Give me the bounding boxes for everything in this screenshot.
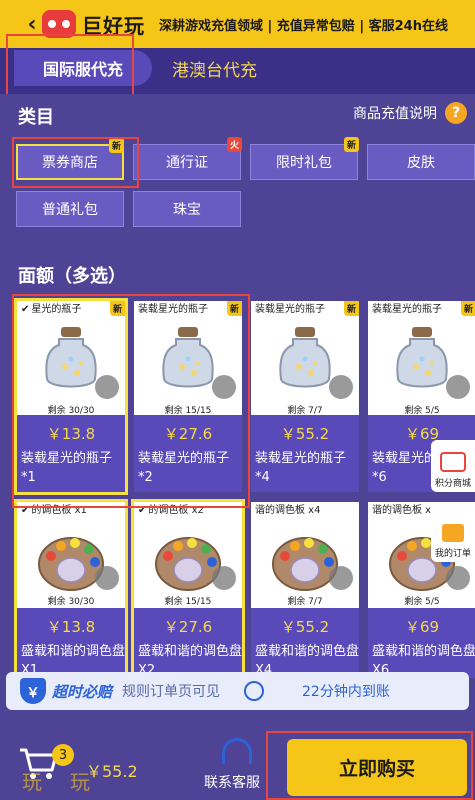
product-card[interactable]: 装载星光的瓶子新剩余 7/7 ￥55.2 装载星光的瓶子*4 <box>251 301 359 492</box>
denomination-title: 面额（多选） <box>18 266 126 287</box>
watermark: 玩玩 <box>22 770 118 794</box>
headset-icon[interactable] <box>222 738 252 764</box>
category-normal-pack[interactable]: 普通礼包 <box>16 191 124 227</box>
palette-icon <box>155 537 221 591</box>
product-price: ￥27.6 <box>163 618 213 636</box>
delivery-time: 22分钟内到账 <box>302 684 390 700</box>
category-label: 皮肤 <box>407 155 435 171</box>
category-jewel[interactable]: 珠宝 <box>133 191 241 227</box>
category-pass[interactable]: 通行证 火 <box>133 137 242 180</box>
zoom-icon[interactable] <box>446 566 470 590</box>
order-icon <box>442 524 464 542</box>
palette-icon <box>38 537 104 591</box>
zoom-icon[interactable] <box>329 375 353 399</box>
my-orders-widget[interactable]: 我的订单 <box>431 512 475 562</box>
guarantee-title: 超时必赔 <box>52 682 113 701</box>
recharge-help[interactable]: 商品充值说明 ? <box>353 102 467 124</box>
product-price: ￥55.2 <box>280 425 330 443</box>
product-name-text: 谐的调色板 x <box>372 505 432 516</box>
stock-remaining: 剩余 5/5 <box>404 597 440 607</box>
category-label: 珠宝 <box>173 202 201 218</box>
guarantee-subtitle: 规则订单页可见 <box>122 684 221 700</box>
category-label: 通行证 <box>166 155 208 171</box>
cart-count-badge: 3 <box>52 744 74 766</box>
product-price: ￥13.8 <box>46 618 96 636</box>
product-name-text: 装载星光的瓶子 <box>372 304 442 315</box>
tab-hk-mo-tw[interactable]: 港澳台代充 <box>172 56 257 81</box>
clock-icon <box>244 681 265 701</box>
product-name: 装载星光的瓶子 <box>251 301 359 319</box>
category-limited-pack[interactable]: 限时礼包 新 <box>250 137 359 180</box>
stock-remaining: 剩余 15/15 <box>164 597 212 607</box>
stock-remaining: 剩余 7/7 <box>287 597 323 607</box>
zoom-icon[interactable] <box>329 566 353 590</box>
product-name-text: 谐的调色板 x4 <box>255 505 321 516</box>
shield-icon: ￥ <box>20 678 46 704</box>
category-title: 类目 <box>18 107 54 128</box>
highlight-box-region-tab <box>6 34 134 96</box>
highlight-box-buy <box>266 731 473 800</box>
product-card[interactable]: ✔ 的调色板 x2 剩余 15/15 ￥27.6 盛载和谐的调色盘X2 <box>131 499 245 681</box>
product-name-text: 装载星光的瓶子 <box>255 304 325 315</box>
question-icon[interactable]: ? <box>445 102 467 124</box>
product-name: 谐的调色板 x4 <box>251 502 359 520</box>
my-orders-label: 我的订单 <box>434 549 471 559</box>
new-badge: 新 <box>460 301 475 316</box>
hot-badge: 火 <box>226 137 242 152</box>
stock-remaining: 剩余 30/30 <box>47 597 95 607</box>
product-price: ￥55.2 <box>280 618 330 636</box>
new-badge: 新 <box>343 137 359 152</box>
points-mall-widget[interactable]: 积分商城 <box>431 440 475 492</box>
category-label: 普通礼包 <box>42 202 98 218</box>
points-mall-label: 积分商城 <box>434 479 471 489</box>
zoom-icon[interactable] <box>446 375 470 399</box>
contact-support[interactable]: 联系客服 <box>204 772 260 792</box>
product-title: 装载星光的瓶子*4 <box>255 451 347 485</box>
zoom-icon[interactable] <box>212 566 236 590</box>
new-badge: 新 <box>343 301 359 316</box>
category-label: 限时礼包 <box>276 155 332 171</box>
highlight-box-cards <box>12 294 250 508</box>
product-name: 装载星光的瓶子 <box>368 301 475 319</box>
shopping-bag-icon <box>440 452 466 472</box>
category-skin[interactable]: 皮肤 <box>367 144 475 180</box>
zoom-icon[interactable] <box>95 566 119 590</box>
product-price: ￥69 <box>404 618 440 636</box>
product-card[interactable]: 谐的调色板 x4 剩余 7/7 ￥55.2 盛载和谐的调色盘X4 <box>251 502 359 678</box>
recharge-help-label: 商品充值说明 <box>353 106 437 122</box>
highlight-box-category <box>12 137 139 188</box>
announcement-marquee: 深耕游戏充值领域 | 充值异常包赔 | 客服24h在线 <box>159 18 448 34</box>
timeout-guarantee-bar: ￥ 超时必赔 规则订单页可见 22分钟内到账 <box>6 672 469 710</box>
palette-icon <box>272 537 338 591</box>
product-card[interactable]: ✔ 的调色板 x1 剩余 30/30 ￥13.8 盛载和谐的调色盘X1 <box>14 499 128 681</box>
